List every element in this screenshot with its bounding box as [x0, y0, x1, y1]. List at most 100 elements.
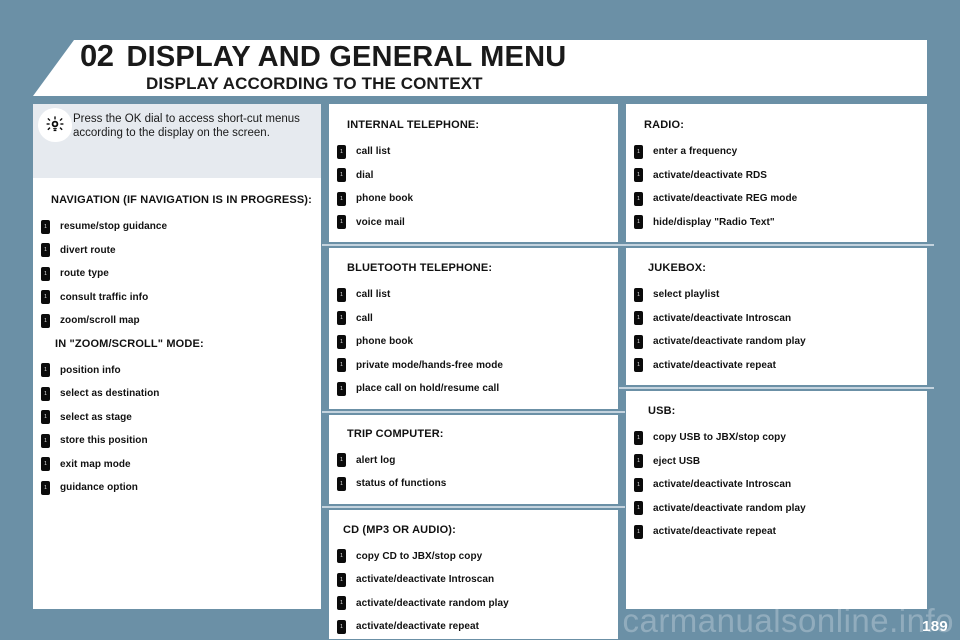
list-item[interactable]: 1 store this position [33, 429, 321, 453]
bullet-icon: 1 [41, 457, 50, 472]
bullet-icon: 1 [41, 410, 50, 425]
bullet-icon: 1 [41, 290, 50, 305]
list-item[interactable]: 1 alert log [329, 449, 618, 473]
list-item[interactable]: 1 place call on hold/resume call [329, 377, 618, 401]
section-item-list: 1 copy USB to JBX/stop copy 1 eject USB … [626, 426, 927, 544]
bullet-icon: 1 [337, 453, 346, 468]
list-item[interactable]: 1 route type [33, 262, 321, 286]
list-item-label: select as destination [60, 388, 160, 400]
list-item-label: call [356, 312, 373, 324]
section-item-list: 1 call list 1 dial 1 phone book 1 voice … [329, 140, 618, 242]
list-item-label: select as stage [60, 411, 132, 423]
section-jukebox: JUKEBOX: 1 select playlist 1 activate/de… [626, 248, 927, 385]
list-item[interactable]: 1 phone book [329, 187, 618, 211]
bullet-icon: 1 [634, 477, 643, 492]
bullet-icon: 1 [634, 215, 643, 230]
list-item[interactable]: 1 private mode/hands-free mode [329, 354, 618, 378]
column-left: Press the OK dial to access short-cut me… [33, 104, 321, 609]
list-item-label: dial [356, 169, 374, 181]
list-item[interactable]: 1 activate/deactivate random play [626, 330, 927, 354]
list-item[interactable]: 1 call [329, 307, 618, 331]
list-item[interactable]: 1 activate/deactivate repeat [626, 520, 927, 544]
chapter-header-banner: 02 DISPLAY AND GENERAL MENU DISPLAY ACCO… [33, 38, 927, 96]
list-item[interactable]: 1 activate/deactivate random play [329, 592, 618, 616]
bullet-icon: 1 [41, 266, 50, 281]
bullet-icon: 1 [41, 433, 50, 448]
list-item[interactable]: 1 exit map mode [33, 453, 321, 477]
list-item-label: copy CD to JBX/stop copy [356, 550, 483, 562]
bullet-icon: 1 [41, 243, 50, 258]
bullet-icon: 1 [634, 454, 643, 469]
list-item[interactable]: 1 activate/deactivate repeat [626, 354, 927, 378]
bullet-icon: 1 [337, 596, 346, 611]
chapter-number: 02 [80, 38, 114, 73]
section-internal-telephone: INTERNAL TELEPHONE: 1 call list 1 dial 1… [329, 104, 618, 242]
list-item[interactable]: 1 copy USB to JBX/stop copy [626, 426, 927, 450]
list-item-label: activate/deactivate RDS [653, 169, 767, 181]
list-item-label: route type [60, 268, 109, 280]
list-item-label: activate/deactivate repeat [653, 359, 777, 371]
bullet-icon: 1 [634, 144, 643, 159]
tip-box: Press the OK dial to access short-cut me… [33, 104, 321, 178]
bullet-icon: 1 [337, 549, 346, 564]
list-item-label: place call on hold/resume call [356, 383, 500, 395]
list-item[interactable]: 1 voice mail [329, 211, 618, 235]
bullet-icon: 1 [634, 334, 643, 349]
list-item-label: phone book [356, 336, 414, 348]
list-item-label: phone book [356, 193, 414, 205]
list-item[interactable]: 1 activate/deactivate Introscan [626, 307, 927, 331]
tip-panel: Press the OK dial to access short-cut me… [33, 104, 321, 178]
section-trip-computer: TRIP COMPUTER: 1 alert log 1 status of f… [329, 414, 618, 504]
list-item[interactable]: 1 eject USB [626, 450, 927, 474]
site-watermark: carmanualsonline.info [622, 602, 954, 639]
list-item-label: status of functions [356, 478, 447, 490]
section-cd: CD (MP3 OR AUDIO): 1 copy CD to JBX/stop… [329, 509, 618, 639]
list-item-label: activate/deactivate Introscan [653, 312, 792, 324]
bullet-icon: 1 [337, 619, 346, 634]
list-item[interactable]: 1 activate/deactivate random play [626, 497, 927, 521]
list-item[interactable]: 1 divert route [33, 239, 321, 263]
list-item-label: alert log [356, 454, 396, 466]
section-heading: NAVIGATION (IF NAVIGATION IS IN PROGRESS… [51, 194, 312, 206]
bullet-icon: 1 [634, 501, 643, 516]
list-item[interactable]: 1 hide/display "Radio Text" [626, 211, 927, 235]
list-item[interactable]: 1 enter a frequency [626, 140, 927, 164]
left-sections-panel: NAVIGATION (IF NAVIGATION IS IN PROGRESS… [33, 178, 321, 609]
list-item[interactable]: 1 call list [329, 283, 618, 307]
list-item[interactable]: 1 guidance option [33, 476, 321, 500]
list-item[interactable]: 1 activate/deactivate Introscan [329, 568, 618, 592]
bullet-icon: 1 [41, 386, 50, 401]
list-item-label: select playlist [653, 289, 720, 301]
list-item[interactable]: 1 copy CD to JBX/stop copy [329, 545, 618, 569]
list-item[interactable]: 1 activate/deactivate RDS [626, 164, 927, 188]
list-item[interactable]: 1 select playlist [626, 283, 927, 307]
bullet-icon: 1 [634, 287, 643, 302]
bullet-icon: 1 [337, 311, 346, 326]
list-item[interactable]: 1 select as destination [33, 382, 321, 406]
lightbulb-icon [38, 108, 72, 142]
list-item[interactable]: 1 zoom/scroll map [33, 309, 321, 333]
bullet-icon: 1 [337, 334, 346, 349]
bullet-icon: 1 [337, 476, 346, 491]
section-heading: JUKEBOX: [648, 262, 707, 274]
bullet-icon: 1 [337, 572, 346, 587]
list-item-label: enter a frequency [653, 146, 738, 158]
column-right: RADIO: 1 enter a frequency 1 activate/de… [619, 104, 934, 609]
list-item[interactable]: 1 select as stage [33, 406, 321, 430]
section-item-list: 1 position info 1 select as destination … [33, 359, 321, 500]
list-item[interactable]: 1 activate/deactivate REG mode [626, 187, 927, 211]
section-navigation: NAVIGATION (IF NAVIGATION IS IN PROGRESS… [33, 178, 321, 333]
list-item[interactable]: 1 call list [329, 140, 618, 164]
list-item[interactable]: 1 activate/deactivate repeat [329, 615, 618, 639]
list-item[interactable]: 1 consult traffic info [33, 286, 321, 310]
list-item[interactable]: 1 phone book [329, 330, 618, 354]
list-item-label: call list [356, 146, 391, 158]
list-item-label: zoom/scroll map [60, 315, 140, 327]
list-item[interactable]: 1 activate/deactivate Introscan [626, 473, 927, 497]
list-item[interactable]: 1 resume/stop guidance [33, 215, 321, 239]
list-item-label: activate/deactivate repeat [653, 526, 777, 538]
list-item[interactable]: 1 status of functions [329, 472, 618, 496]
list-item[interactable]: 1 position info [33, 359, 321, 383]
list-item[interactable]: 1 dial [329, 164, 618, 188]
section-heading: IN "ZOOM/SCROLL" MODE: [55, 337, 204, 350]
